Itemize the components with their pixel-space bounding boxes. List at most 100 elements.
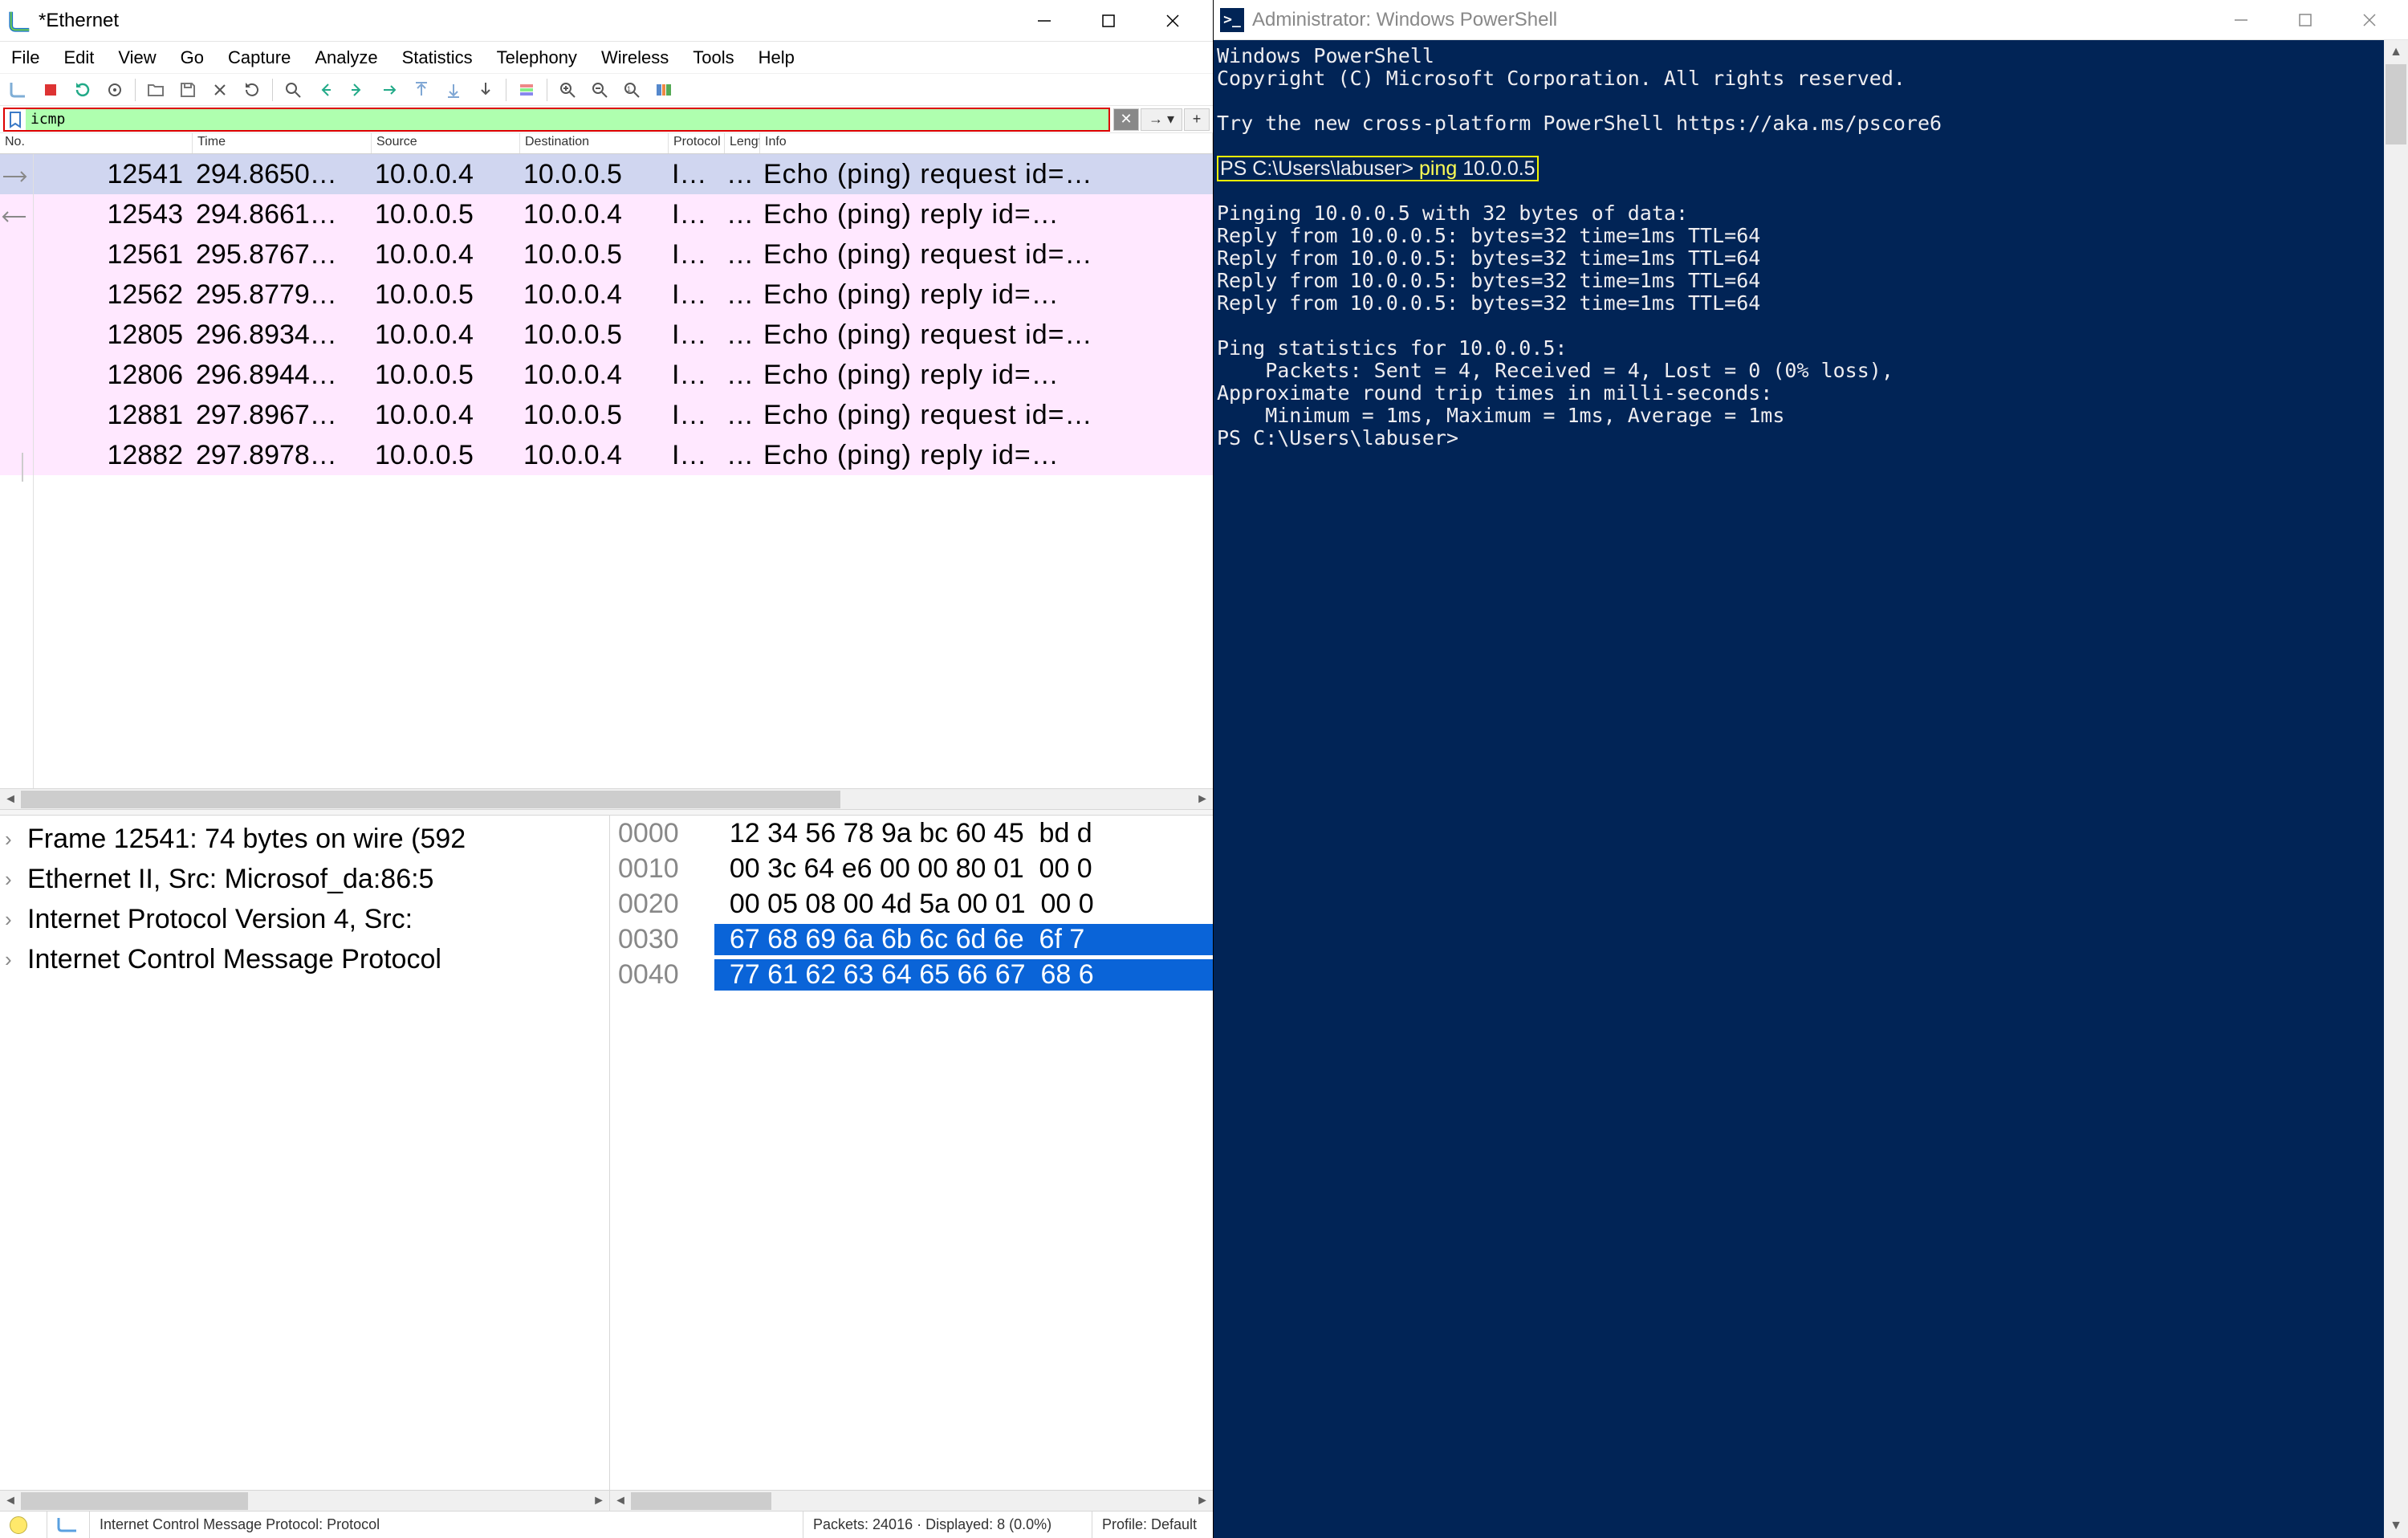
minimize-button[interactable] [1012,1,1076,41]
status-left: Internet Control Message Protocol: Proto… [90,1512,803,1538]
apply-filter-icon[interactable]: → ▾ [1141,108,1182,131]
zoom-in-icon[interactable] [554,77,581,103]
menu-go[interactable]: Go [181,47,204,68]
menu-tools[interactable]: Tools [693,47,734,68]
stop-capture-icon[interactable] [37,77,64,103]
powershell-titlebar[interactable]: >_ Administrator: Windows PowerShell [1214,0,2408,40]
maximize-button[interactable] [1076,1,1141,41]
wireshark-details-panes: ›Frame 12541: 74 bytes on wire (592›Ethe… [0,816,1213,1511]
open-file-icon[interactable] [142,77,169,103]
wireshark-toolbar: 1 [0,74,1213,106]
go-back-icon[interactable] [311,77,339,103]
scroll-down-icon[interactable]: ▼ [2384,1514,2408,1538]
col-destination[interactable]: Destination [520,133,669,153]
packet-row[interactable]: 12805296.8934…10.0.0.410.0.0.5I……Echo (p… [0,315,1213,355]
scroll-right-icon[interactable]: ► [588,1491,609,1512]
tree-item[interactable]: ›Frame 12541: 74 bytes on wire (592 [0,819,609,859]
wireshark-title-text: *Ethernet [39,10,1012,32]
col-source[interactable]: Source [372,133,520,153]
tree-hscroll[interactable]: ◄ ► [0,1490,609,1511]
status-packets: Packets: 24016 · Displayed: 8 (0.0%) [803,1512,1092,1538]
expert-info-icon[interactable] [10,1516,27,1534]
col-protocol[interactable]: Protocol [669,133,725,153]
packet-row[interactable]: 12562295.8779…10.0.0.510.0.0.4I……Echo (p… [0,275,1213,315]
close-file-icon[interactable] [206,77,234,103]
wireshark-menubar: File Edit View Go Capture Analyze Statis… [0,42,1213,74]
maximize-button[interactable] [2273,1,2337,39]
hex-row[interactable]: 0020 00 05 08 00 4d 5a 00 01 00 0 [610,886,1213,922]
scroll-right-icon[interactable]: ► [1192,1491,1213,1512]
menu-view[interactable]: View [118,47,156,68]
zoom-out-icon[interactable] [586,77,613,103]
scroll-left-icon[interactable]: ◄ [610,1491,631,1512]
scroll-up-icon[interactable]: ▲ [2384,40,2408,64]
packet-list-hscroll[interactable]: ◄ ► [0,788,1213,809]
menu-analyze[interactable]: Analyze [315,47,377,68]
packet-bytes-pane[interactable]: 0000 12 34 56 78 9a bc 60 45 bd d0010 00… [610,816,1213,1511]
restart-capture-icon[interactable] [69,77,96,103]
tree-item[interactable]: ›Internet Protocol Version 4, Src: [0,899,609,939]
tree-item[interactable]: ›Ethernet II, Src: Microsof_da:86:5 [0,859,609,899]
menu-telephony[interactable]: Telephony [497,47,577,68]
powershell-terminal[interactable]: Windows PowerShell Copyright (C) Microso… [1214,40,2408,1538]
tree-item[interactable]: ›Internet Control Message Protocol [0,939,609,979]
goto-first-icon[interactable] [408,77,435,103]
wireshark-window: *Ethernet File Edit View Go Capture Anal… [0,0,1214,1538]
wireshark-titlebar[interactable]: *Ethernet [0,0,1213,42]
colorize-icon[interactable] [513,77,540,103]
filter-bookmark-icon[interactable] [3,108,26,132]
powershell-vscroll[interactable]: ▲ ▼ [2384,40,2408,1538]
capture-options-icon[interactable] [101,77,128,103]
col-length[interactable]: Length [725,133,760,153]
packet-row[interactable]: 12882297.8978…10.0.0.510.0.0.4I……Echo (p… [0,435,1213,475]
hex-hscroll[interactable]: ◄ ► [610,1490,1213,1511]
menu-file[interactable]: File [11,47,39,68]
close-button[interactable] [2337,1,2402,39]
save-file-icon[interactable] [174,77,201,103]
display-filter-input[interactable] [26,108,1110,132]
zoom-reset-icon[interactable]: 1 [618,77,645,103]
add-filter-button-icon[interactable]: + [1184,108,1210,131]
close-button[interactable] [1141,1,1205,41]
goto-packet-icon[interactable] [376,77,403,103]
wireshark-statusbar: Internet Control Message Protocol: Proto… [0,1511,1213,1538]
hex-row[interactable]: 0010 00 3c 64 e6 00 00 80 01 00 0 [610,851,1213,886]
reload-icon[interactable] [238,77,266,103]
packet-row[interactable]: 12881297.8967…10.0.0.410.0.0.5I……Echo (p… [0,395,1213,435]
find-packet-icon[interactable] [279,77,307,103]
packet-list-header[interactable]: No. Time Source Destination Protocol Len… [0,133,1213,154]
clear-filter-icon[interactable]: ✕ [1113,108,1139,131]
hex-row[interactable]: 0030 67 68 69 6a 6b 6c 6d 6e 6f 7 [610,922,1213,957]
col-time[interactable]: Time [193,133,372,153]
hex-row[interactable]: 0000 12 34 56 78 9a bc 60 45 bd d [610,816,1213,851]
go-forward-icon[interactable] [344,77,371,103]
powershell-app-icon: >_ [1220,8,1244,32]
goto-last-icon[interactable] [440,77,467,103]
col-no[interactable]: No. [0,133,193,153]
packet-details-pane[interactable]: ›Frame 12541: 74 bytes on wire (592›Ethe… [0,816,610,1511]
minimize-button[interactable] [2209,1,2273,39]
packet-list-pane: 12541294.8650…10.0.0.410.0.0.5I……Echo (p… [0,154,1213,809]
auto-scroll-icon[interactable] [472,77,499,103]
packet-list[interactable]: 12541294.8650…10.0.0.410.0.0.5I……Echo (p… [0,154,1213,788]
status-profile[interactable]: Profile: Default [1092,1512,1213,1538]
menu-wireless[interactable]: Wireless [601,47,669,68]
scroll-right-icon[interactable]: ► [1192,789,1213,810]
resize-columns-icon[interactable] [650,77,677,103]
packet-row[interactable]: 12543294.8661…10.0.0.510.0.0.4I……Echo (p… [0,194,1213,234]
capture-file-icon[interactable] [57,1516,79,1534]
scroll-left-icon[interactable]: ◄ [0,1491,21,1512]
menu-help[interactable]: Help [759,47,795,68]
scroll-left-icon[interactable]: ◄ [0,789,21,810]
col-info[interactable]: Info [760,133,1213,153]
packet-row[interactable]: 12806296.8944…10.0.0.510.0.0.4I……Echo (p… [0,355,1213,395]
start-capture-icon[interactable] [5,77,32,103]
menu-statistics[interactable]: Statistics [402,47,473,68]
menu-edit[interactable]: Edit [63,47,94,68]
packet-row[interactable]: 12561295.8767…10.0.0.410.0.0.5I……Echo (p… [0,234,1213,275]
packet-row[interactable]: 12541294.8650…10.0.0.410.0.0.5I……Echo (p… [0,154,1213,194]
menu-capture[interactable]: Capture [228,47,291,68]
wireshark-app-icon [8,9,32,33]
hex-row[interactable]: 0040 77 61 62 63 64 65 66 67 68 6 [610,957,1213,992]
pane-splitter[interactable] [0,809,1213,816]
